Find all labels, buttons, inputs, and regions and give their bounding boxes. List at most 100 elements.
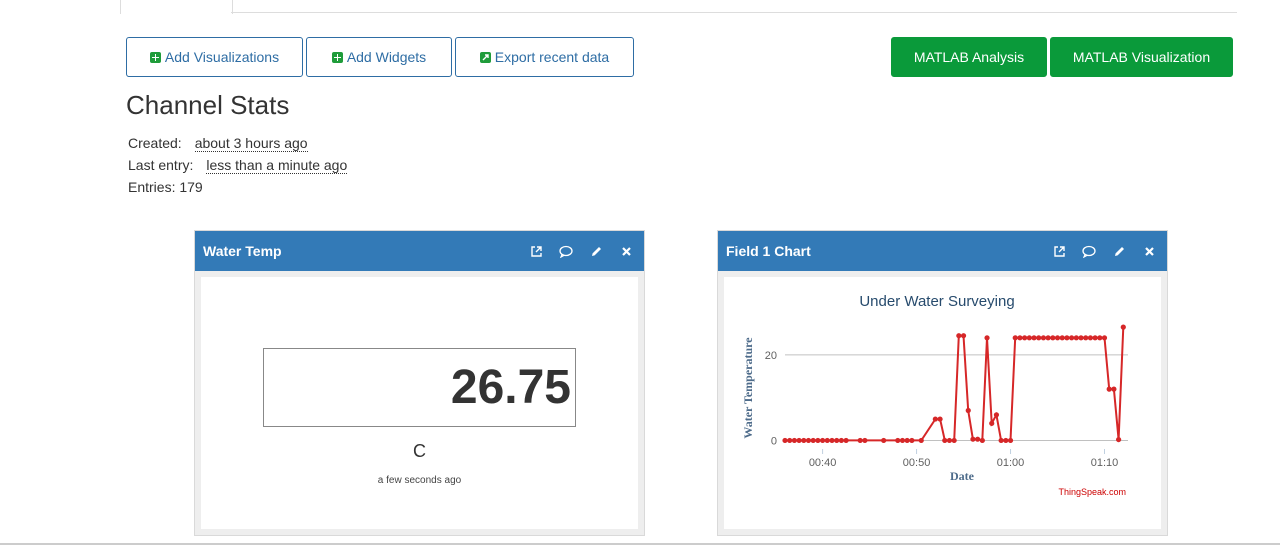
external-link-icon[interactable] <box>1051 243 1067 259</box>
data-point <box>834 437 840 444</box>
x-tick-label: 01:10 <box>1091 457 1119 469</box>
channel-stats-title: Channel Stats <box>126 90 290 120</box>
created-row: Created: about 3 hours ago <box>128 135 308 152</box>
add-visualizations-label: Add Visualizations <box>164 49 280 65</box>
data-point <box>1083 335 1089 341</box>
tab-strip <box>0 0 1280 14</box>
data-point <box>782 437 788 444</box>
data-point <box>1097 335 1103 341</box>
matlab-analysis-button[interactable]: MATLAB Analysis <box>891 37 1047 77</box>
data-point <box>932 416 938 422</box>
active-tab[interactable] <box>120 0 233 14</box>
plus-icon <box>149 51 161 63</box>
data-point <box>989 420 995 426</box>
data-point <box>1031 335 1037 341</box>
y-tick-label: 0 <box>771 435 777 447</box>
close-icon[interactable] <box>618 243 634 259</box>
x-axis-label: Date <box>950 469 975 483</box>
numeric-display: 26.75 <box>263 348 576 427</box>
updated-time: a few seconds ago <box>377 475 462 486</box>
pencil-icon[interactable] <box>1111 243 1127 259</box>
data-point <box>1003 437 1009 444</box>
data-point <box>956 333 962 339</box>
matlab-visualization-label: MATLAB Visualization <box>1072 49 1211 65</box>
data-point <box>787 437 793 444</box>
data-point <box>895 437 901 444</box>
data-point <box>946 437 953 444</box>
data-point <box>1092 335 1098 341</box>
data-point <box>993 412 1000 418</box>
add-widgets-label: Add Widgets <box>346 49 427 65</box>
x-tick-label: 01:00 <box>997 457 1025 469</box>
data-point <box>815 437 821 444</box>
data-point <box>979 437 985 444</box>
data-point <box>984 335 990 341</box>
data-point <box>970 436 976 442</box>
data-point <box>791 437 797 444</box>
data-point <box>1007 437 1014 444</box>
widget-actions <box>528 231 634 271</box>
matlab-visualization-button[interactable]: MATLAB Visualization <box>1050 37 1233 77</box>
data-point <box>819 437 826 444</box>
data-point <box>909 437 915 444</box>
export-recent-data-button[interactable]: Export recent data <box>455 37 634 77</box>
data-point <box>1045 335 1051 341</box>
add-visualizations-button[interactable]: Add Visualizations <box>126 37 303 77</box>
data-point <box>998 437 1004 444</box>
chart-body: Under Water Surveying Date Water Tempera… <box>724 277 1161 529</box>
created-value: about 3 hours ago <box>194 135 308 152</box>
data-point <box>918 437 924 444</box>
data-point <box>904 437 910 444</box>
data-point <box>1036 335 1042 341</box>
pencil-icon[interactable] <box>588 243 604 259</box>
data-point <box>899 437 906 444</box>
last-entry-value: less than a minute ago <box>206 157 348 174</box>
data-point <box>1054 335 1061 341</box>
data-point <box>1012 335 1018 341</box>
plus-icon <box>331 51 343 63</box>
data-point <box>1073 335 1079 341</box>
widget-header: Water Temp <box>195 231 644 271</box>
data-point <box>942 437 948 444</box>
line-chart[interactable]: Under Water Surveying Date Water Tempera… <box>724 277 1161 529</box>
data-point <box>1101 335 1108 341</box>
data-point <box>1040 335 1047 341</box>
water-temp-widget: Water Temp 26.75 C a few seconds ago <box>194 230 645 536</box>
comment-icon[interactable] <box>558 243 574 259</box>
data-point <box>796 437 802 444</box>
widget-title: Field 1 Chart <box>726 243 811 259</box>
close-icon[interactable] <box>1141 243 1157 259</box>
y-axis-label: Water Temperature <box>741 337 755 439</box>
data-point <box>1017 335 1023 341</box>
data-point <box>881 437 887 444</box>
external-link-icon <box>479 51 491 63</box>
numeric-value: 26.75 <box>450 361 571 414</box>
created-label: Created: <box>128 135 182 151</box>
data-point <box>805 437 812 444</box>
external-link-icon[interactable] <box>528 243 544 259</box>
x-tick-label: 00:50 <box>903 457 931 469</box>
data-point <box>1026 335 1032 341</box>
widget-body: 26.75 C a few seconds ago <box>201 277 638 529</box>
y-tick-label: 20 <box>765 350 777 362</box>
add-widgets-button[interactable]: Add Widgets <box>306 37 452 77</box>
comment-icon[interactable] <box>1081 243 1097 259</box>
data-point <box>838 437 844 444</box>
data-point <box>1087 335 1094 341</box>
data-point <box>1069 335 1075 341</box>
data-point <box>1050 335 1056 341</box>
data-point <box>937 416 943 422</box>
data-point <box>857 437 863 444</box>
data-point <box>951 437 957 444</box>
data-point <box>862 437 868 444</box>
data-point <box>1064 335 1070 341</box>
data-point <box>824 437 830 444</box>
last-entry-label: Last entry: <box>128 157 194 173</box>
data-point <box>975 436 981 442</box>
data-point <box>1078 335 1084 341</box>
data-point <box>1116 436 1122 443</box>
widget-title: Water Temp <box>203 243 282 259</box>
widget-header: Field 1 Chart <box>718 231 1167 271</box>
series-line <box>785 327 1125 442</box>
data-point <box>965 407 971 414</box>
